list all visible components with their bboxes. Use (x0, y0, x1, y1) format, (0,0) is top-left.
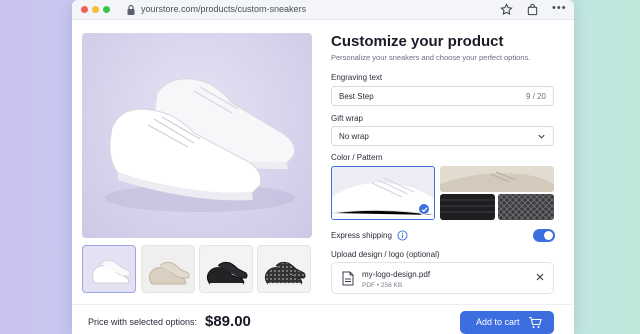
price-label: Price with selected options: (88, 317, 198, 327)
swatch-beige[interactable] (440, 166, 554, 192)
shopping-bag-icon[interactable] (526, 3, 539, 16)
price-footer: Price with selected options: $89.00 Add … (72, 304, 574, 334)
add-to-cart-label: Add to cart (476, 317, 520, 327)
address-bar[interactable]: yourstore.com/products/custom-sneakers (141, 4, 306, 14)
sneaker-pair-image (105, 78, 295, 212)
uploaded-file-card: my-logo-design.pdf PDF • 256 KB (331, 262, 554, 294)
swatch-pattern[interactable] (498, 194, 554, 220)
add-to-cart-button[interactable]: Add to cart (460, 311, 554, 334)
engraving-label: Engraving text (331, 73, 383, 82)
gift-wrap-value: No wrap (339, 132, 369, 141)
express-shipping-label: Express shipping (331, 231, 392, 240)
beige-sneaker-image (148, 261, 190, 285)
file-meta: PDF • 256 KB (362, 282, 403, 289)
gift-wrap-label: Gift wrap (331, 114, 364, 123)
pattern-sneaker-image (264, 261, 306, 285)
close-window-button[interactable] (81, 6, 88, 13)
remove-file-icon[interactable] (535, 272, 545, 282)
page-subtitle: Personalize your sneakers and choose you… (331, 53, 531, 62)
upload-label: Upload design / logo (optional) (331, 250, 440, 259)
engraving-input[interactable]: Best Step 9 / 20 (331, 86, 554, 106)
chevron-down-icon (538, 134, 545, 139)
beige-knit-image (440, 171, 554, 192)
white-sneaker-image (91, 259, 131, 284)
thumbnail-black[interactable] (199, 245, 253, 293)
lock-icon (127, 4, 135, 15)
engraving-char-count: 9 / 20 (525, 92, 546, 101)
file-name: my-logo-design.pdf (362, 270, 431, 279)
pattern-knit-image (498, 194, 554, 220)
toggle-knob (544, 231, 553, 240)
color-pattern-label: Color / Pattern (331, 153, 383, 162)
file-icon (342, 271, 354, 286)
thumbnail-white[interactable] (82, 245, 136, 293)
black-knit-image (440, 199, 495, 213)
cart-icon (529, 316, 542, 328)
browser-titlebar: yourstore.com/products/custom-sneakers •… (72, 0, 574, 20)
black-sneaker-image (206, 261, 248, 285)
page-title: Customize your product (331, 33, 504, 50)
selected-check-icon (418, 203, 430, 215)
bookmark-star-icon[interactable] (500, 3, 513, 16)
product-main-image (82, 33, 312, 238)
express-shipping-toggle[interactable] (533, 229, 555, 242)
thumbnail-beige[interactable] (141, 245, 195, 293)
swatch-white[interactable] (331, 166, 435, 220)
info-icon[interactable] (397, 230, 408, 241)
minimize-window-button[interactable] (92, 6, 99, 13)
maximize-window-button[interactable] (103, 6, 110, 13)
thumbnail-pattern[interactable] (257, 245, 311, 293)
gift-wrap-select[interactable]: No wrap (331, 126, 554, 146)
engraving-value: Best Step (339, 92, 374, 101)
browser-window: yourstore.com/products/custom-sneakers •… (72, 0, 574, 334)
more-menu-icon[interactable]: ••• (552, 3, 566, 16)
price-value: $89.00 (205, 313, 251, 330)
swatch-black[interactable] (440, 194, 495, 220)
